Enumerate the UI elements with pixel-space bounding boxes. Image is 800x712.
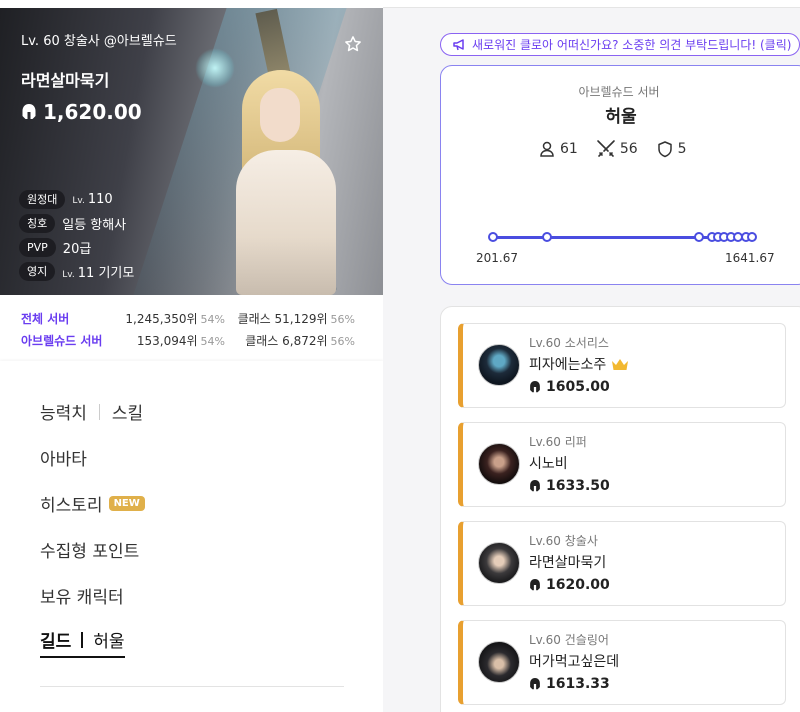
character-item-level: 1,620.00 [21,100,142,124]
rank-row-server: 아브렐슈드 서버 153,094위 54% 클래스 6,872위 56% [21,333,355,348]
member-card[interactable]: Lv.60 리퍼 시노비 1633.50 [458,422,786,507]
megaphone-icon [453,39,464,51]
guild-stats: 61 56 5 [538,139,705,159]
tag-pvp: PVP 20급 [19,236,134,259]
range-point [542,232,552,242]
rank-row-all: 전체 서버 1,245,350위 54% 클래스 51,129위 56% [21,311,355,326]
shield-icon [657,141,672,158]
menu-item-characters[interactable]: 보유 캐릭터 [40,583,124,608]
menu-item-collectibles[interactable]: 수집형 포인트 [40,537,139,562]
tag-title: 칭호 일등 항해사 [19,212,134,235]
rank-section: 전체 서버 1,245,350위 54% 클래스 51,129위 56% 아브렐슈드… [0,295,383,361]
avatar [478,344,520,386]
avatar [478,641,520,683]
helmet-icon [22,104,36,119]
guild-defense: 5 [656,140,687,158]
helmet-icon [530,480,540,492]
member-card[interactable]: Lv.60 창술사 라면살마묵기 1620.00 [458,521,786,606]
menu-item-avatar[interactable]: 아바타 [40,445,87,470]
range-point [488,232,498,242]
person-icon [540,141,554,157]
top-bar [383,0,800,8]
side-menu: 능력치 스킬 아바타 히스토리 NEW 수집형 포인트 보유 캐릭터 길드 허울 [0,361,383,712]
character-tags: 원정대 Lv. 110 칭호 일등 항해사 PVP 20급 영지 Lv. 11 기기… [19,188,134,284]
menu-stats-skills: 능력치 스킬 [40,399,143,424]
avatar [478,542,520,584]
helmet-icon [530,381,540,393]
guild-members: 61 [538,140,578,158]
character-portrait [228,70,346,295]
member-card[interactable]: Lv.60 소서리스 피자에는소주 1605.00 [458,323,786,408]
tag-expedition: 원정대 Lv. 110 [19,188,134,211]
menu-item-skills[interactable]: 스킬 [112,399,143,424]
menu-item-history[interactable]: 히스토리 NEW [40,491,145,516]
tag-estate: 영지 Lv. 11 기기모 [19,260,134,283]
favorite-star-icon[interactable] [344,35,362,57]
helmet-icon [530,678,540,690]
member-card[interactable]: Lv.60 건슬링어 머가먹고싶은데 1613.33 [458,620,786,705]
guild-name: 허울 [605,107,637,127]
guild-battles: 56 [596,139,638,159]
new-badge: NEW [108,496,145,511]
character-subtitle: Lv. 60 창술사 @아브렐슈드 [21,34,177,49]
range-point [694,232,704,242]
guild-summary-card: 아브렐슈드 서버 허울 61 56 5 201.67 1641.67 [440,65,800,285]
range-min: 201.67 [476,251,518,265]
feedback-notice[interactable]: 새로워진 클로아 어떠신가요? 소중한 의견 부탁드립니다! (클릭) [440,33,800,56]
character-name: 라면살마묵기 [21,71,110,90]
helmet-icon [530,579,540,591]
range-point [747,232,757,242]
range-max: 1641.67 [725,251,775,265]
crown-icon [612,358,629,370]
character-hero: Lv. 60 창술사 @아브렐슈드 라면살마묵기 1,620.00 원정대 Lv… [0,8,383,295]
crossed-swords-icon [597,140,615,157]
character-panel: Lv. 60 창술사 @아브렐슈드 라면살마묵기 1,620.00 원정대 Lv… [0,0,383,712]
avatar [478,443,520,485]
guild-server: 아브렐슈드 서버 [578,85,660,99]
menu-item-guild[interactable]: 길드 허울 [40,627,125,658]
menu-divider [40,686,344,687]
menu-item-stats[interactable]: 능력치 [40,399,87,424]
